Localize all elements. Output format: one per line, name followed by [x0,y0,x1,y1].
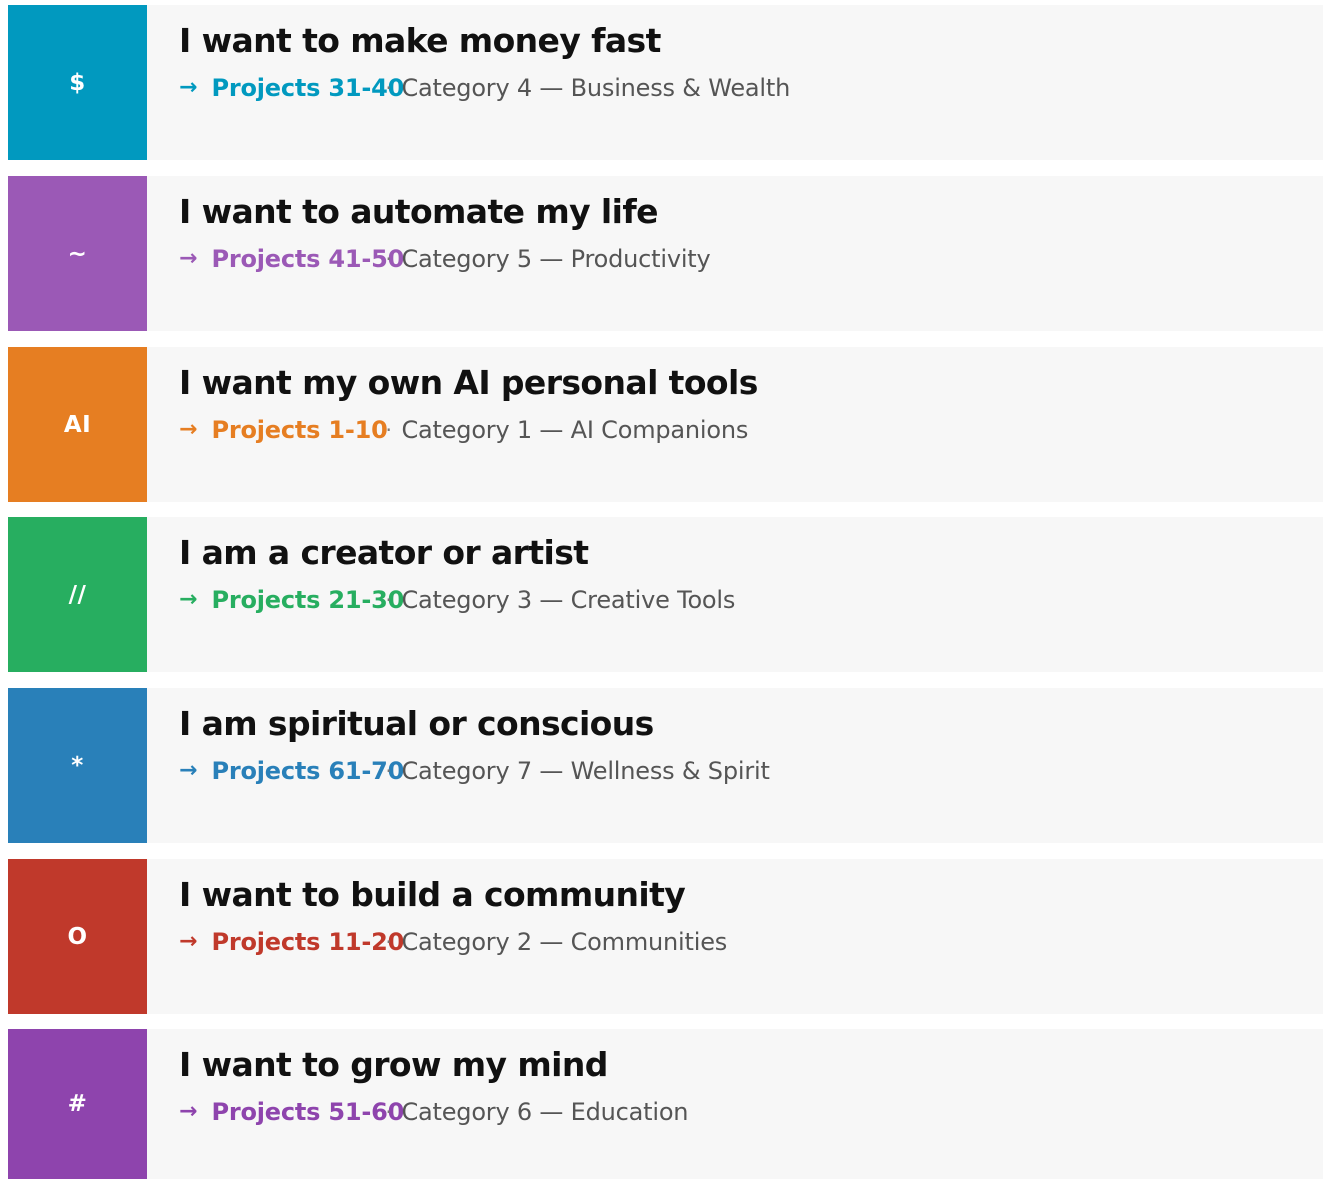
slashes-icon: // [8,517,147,672]
category-card-ai-tools[interactable]: AI I want my own AI personal tools → Pro… [8,347,1323,502]
card-title: I want to make money fast [179,21,661,60]
card-title: I want to grow my mind [179,1045,608,1084]
category-card-community[interactable]: O I want to build a community → Projects… [8,859,1323,1014]
tilde-icon: ~ [8,176,147,331]
category-card-spiritual[interactable]: * I am spiritual or conscious → Projects… [8,688,1323,843]
arrow-right-icon: → [179,75,198,100]
card-body: I want my own AI personal tools → Projec… [147,347,758,502]
arrow-right-icon: → [179,1099,198,1124]
card-meta: → Projects 41-50 · Category 5 — Producti… [179,243,711,275]
projects-link[interactable]: Projects 61-70 [211,755,404,787]
card-meta: → Projects 61-70 · Category 7 — Wellness… [179,755,770,787]
ai-icon: AI [8,347,147,502]
card-body: I want to automate my life → Projects 41… [147,176,711,331]
category-label: Category 4 — Business & Wealth [401,74,791,102]
projects-link[interactable]: Projects 21-30 [211,584,404,616]
category-label: Category 7 — Wellness & Spirit [401,757,770,785]
projects-link[interactable]: Projects 51-60 [211,1096,404,1128]
card-body: I am spiritual or conscious → Projects 6… [147,688,770,843]
hash-icon: # [8,1029,147,1179]
card-title: I am a creator or artist [179,533,589,572]
card-meta: → Projects 51-60 · Category 6 — Educatio… [179,1096,689,1128]
arrow-right-icon: → [179,246,198,271]
category-card-creator[interactable]: // I am a creator or artist → Projects 2… [8,517,1323,672]
card-meta: → Projects 11-20 · Category 2 — Communit… [179,926,727,958]
arrow-right-icon: → [179,929,198,954]
projects-link[interactable]: Projects 1-10 [211,414,401,446]
category-label: Category 3 — Creative Tools [401,586,736,614]
arrow-right-icon: → [179,417,198,442]
card-body: I am a creator or artist → Projects 21-3… [147,517,735,672]
category-card-mind[interactable]: # I want to grow my mind → Projects 51-6… [8,1029,1323,1179]
separator-dot: · [385,588,392,612]
separator-dot: · [385,1100,392,1124]
projects-link[interactable]: Projects 41-50 [211,243,404,275]
card-body: I want to build a community → Projects 1… [147,859,727,1014]
category-list: $ I want to make money fast → Projects 3… [0,0,1323,1179]
card-title: I want to automate my life [179,192,658,231]
card-title: I want my own AI personal tools [179,363,758,402]
arrow-right-icon: → [179,587,198,612]
projects-link[interactable]: Projects 11-20 [211,926,404,958]
arrow-right-icon: → [179,758,198,783]
projects-link[interactable]: Projects 31-40 [211,72,404,104]
category-label: Category 5 — Productivity [401,245,711,273]
card-title: I am spiritual or conscious [179,704,654,743]
card-meta: → Projects 1-10 · Category 1 — AI Compan… [179,414,758,446]
category-label: Category 6 — Education [401,1098,689,1126]
dollar-icon: $ [8,5,147,160]
category-card-automate[interactable]: ~ I want to automate my life → Projects … [8,176,1323,331]
card-meta: → Projects 31-40 · Category 4 — Business… [179,72,790,104]
card-meta: → Projects 21-30 · Category 3 — Creative… [179,584,735,616]
category-label: Category 1 — AI Companions [401,416,749,444]
separator-dot: · [385,247,392,271]
separator-dot: · [385,418,392,442]
card-title: I want to build a community [179,875,686,914]
card-body: I want to make money fast → Projects 31-… [147,5,790,160]
separator-dot: · [385,76,392,100]
circle-letter-icon: O [8,859,147,1014]
category-card-money[interactable]: $ I want to make money fast → Projects 3… [8,5,1323,160]
card-body: I want to grow my mind → Projects 51-60 … [147,1029,689,1179]
category-label: Category 2 — Communities [401,928,728,956]
separator-dot: · [385,759,392,783]
separator-dot: · [385,930,392,954]
asterisk-icon: * [8,688,147,843]
